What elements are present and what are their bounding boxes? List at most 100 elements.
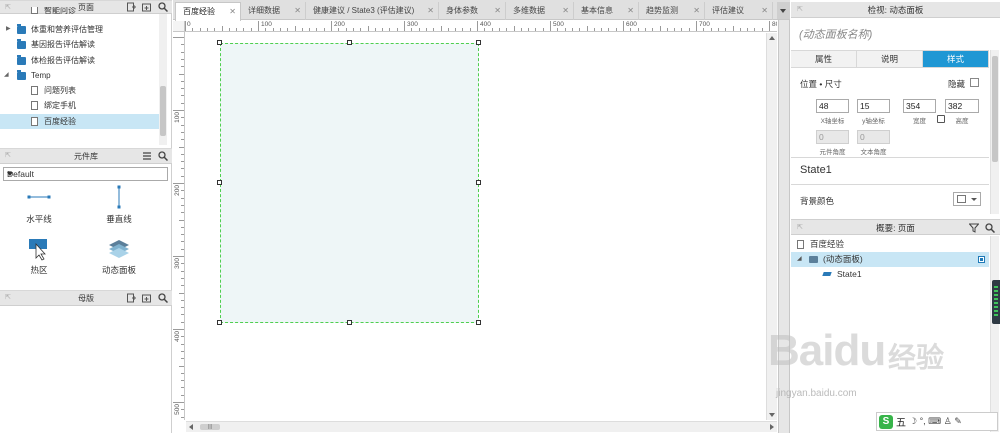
ruler-tick xyxy=(181,204,184,206)
canvas-horizontal-scrollbar[interactable]: ||| xyxy=(186,421,777,432)
scroll-right-icon[interactable] xyxy=(770,424,774,430)
lock-aspect-icon[interactable] xyxy=(937,115,945,123)
ime-logo-icon[interactable]: S xyxy=(879,414,893,429)
close-icon[interactable]: ✕ xyxy=(761,2,768,19)
ruler-tick xyxy=(367,26,369,31)
ruler-tick xyxy=(185,21,186,31)
tab-style[interactable]: 样式 xyxy=(923,51,989,67)
add-master-icon[interactable] xyxy=(126,293,136,303)
bg-color-picker[interactable] xyxy=(953,192,981,206)
pages-scrollbar[interactable] xyxy=(159,14,167,145)
ruler-tick xyxy=(181,66,184,68)
close-icon[interactable]: ✕ xyxy=(627,2,634,19)
inspector-scrollbar[interactable] xyxy=(990,50,999,214)
resize-handle[interactable] xyxy=(217,320,222,325)
ime-tool-icons[interactable]: ☽ °, ⌨ ♙ ✎ xyxy=(909,416,962,427)
ruler-tick xyxy=(579,28,581,31)
ruler-tick xyxy=(586,26,588,31)
tree-item-folder[interactable]: 体检报告评估解读 xyxy=(0,53,160,68)
tree-item-folder[interactable]: ◢ Temp xyxy=(0,68,160,83)
outline-item-state[interactable]: State1 xyxy=(791,267,989,282)
tab-multi-dim-data[interactable]: 多维数据 ✕ xyxy=(506,2,574,20)
design-canvas[interactable] xyxy=(186,33,766,420)
resize-handle[interactable] xyxy=(476,40,481,45)
widget-hotspot[interactable]: 热区 xyxy=(9,236,69,276)
scroll-down-icon[interactable] xyxy=(769,413,775,417)
tab-baidu-jingyan[interactable]: 百度经验 ✕ xyxy=(175,2,241,21)
ruler-tick xyxy=(389,28,391,31)
menu-icon[interactable] xyxy=(142,151,152,161)
ime-toolbar[interactable]: S 五 ☽ °, ⌨ ♙ ✎ xyxy=(876,412,998,431)
outline-item-dynamic-panel[interactable]: ◢ (动态面板) xyxy=(791,252,989,267)
resize-handle[interactable] xyxy=(217,40,222,45)
tree-item-folder[interactable]: 基因报告评估解读 xyxy=(0,37,160,52)
close-icon[interactable]: ✕ xyxy=(294,2,301,19)
ruler-tick xyxy=(425,28,427,31)
tab-body-params[interactable]: 身体参数 ✕ xyxy=(439,2,506,20)
state-name[interactable]: State1 xyxy=(800,164,832,176)
ruler-tick xyxy=(221,26,223,31)
search-icon[interactable] xyxy=(985,223,995,233)
y-field[interactable]: 15 xyxy=(857,99,890,113)
hidden-checkbox[interactable] xyxy=(970,78,979,87)
ruler-tick xyxy=(323,28,325,31)
tab-trend-monitor[interactable]: 趋势监测 ✕ xyxy=(639,2,705,20)
collapse-caret-icon[interactable]: ◢ xyxy=(4,68,11,83)
resize-handle[interactable] xyxy=(347,320,352,325)
scrollbar-thumb[interactable] xyxy=(160,86,166,136)
scrollbar-thumb[interactable]: ||| xyxy=(200,424,220,430)
close-icon[interactable]: ✕ xyxy=(427,2,434,19)
tree-item-page[interactable]: 绑定手机 xyxy=(0,98,160,113)
scrollbar-thumb[interactable] xyxy=(992,56,998,162)
resize-handle[interactable] xyxy=(217,180,222,185)
widget-horizontal-line[interactable]: 水平线 xyxy=(9,185,69,225)
tree-item-page[interactable]: 智能问诊 xyxy=(0,7,160,15)
side-gadget[interactable] xyxy=(992,280,1000,324)
panel-name-field[interactable]: (动态面板名称) xyxy=(799,26,872,42)
ruler-tick xyxy=(179,292,184,294)
widget-vertical-line[interactable]: 垂直线 xyxy=(89,185,149,225)
tab-notes[interactable]: 说明 xyxy=(857,51,923,67)
close-icon[interactable]: ✕ xyxy=(693,2,700,19)
text-rotation-caption: 文本角度 xyxy=(860,149,887,156)
position-size-label: 位置 • 尺寸 xyxy=(800,79,842,89)
close-icon[interactable]: ✕ xyxy=(229,3,236,20)
tab-assessment-advice[interactable]: 评估建议 ✕ xyxy=(705,2,773,20)
tab-health-advice-state3[interactable]: 健康建议 / State3 (评估建议) ✕ xyxy=(306,2,439,20)
close-icon[interactable]: ✕ xyxy=(494,2,501,19)
resize-handle[interactable] xyxy=(476,180,481,185)
page-icon xyxy=(31,7,38,14)
search-icon[interactable] xyxy=(158,293,168,303)
library-select[interactable]: Default xyxy=(3,167,168,181)
expand-caret-icon[interactable]: ▶ xyxy=(6,22,13,37)
x-field[interactable]: 48 xyxy=(816,99,849,113)
resize-handle[interactable] xyxy=(476,320,481,325)
widget-dynamic-panel[interactable]: 动态面板 xyxy=(89,236,149,276)
tree-item-page-selected[interactable]: 百度经验 xyxy=(0,113,160,130)
panel-visibility-icon[interactable] xyxy=(978,256,985,263)
scroll-left-icon[interactable] xyxy=(189,424,193,430)
dynamic-panel-widget[interactable] xyxy=(220,43,479,323)
height-field[interactable]: 382 xyxy=(945,99,979,113)
tab-detail-data[interactable]: 详细数据 ✕ xyxy=(241,2,306,20)
folder-icon xyxy=(17,24,26,34)
tab-properties[interactable]: 属性 xyxy=(791,51,857,67)
close-icon[interactable]: ✕ xyxy=(562,2,569,19)
collapse-caret-icon[interactable]: ◢ xyxy=(797,252,802,267)
add-folder-icon[interactable] xyxy=(142,293,152,303)
tab-basic-info[interactable]: 基本信息 ✕ xyxy=(574,2,639,20)
tree-item-page[interactable]: 问题列表 xyxy=(0,83,160,98)
canvas-vertical-scrollbar[interactable] xyxy=(766,33,777,420)
outline-scrollbar[interactable] xyxy=(990,236,999,432)
width-field[interactable]: 354 xyxy=(903,99,936,113)
ruler-tick xyxy=(564,28,566,31)
tree-item-folder[interactable]: ▶ 体重和营养评估管理 xyxy=(0,22,160,37)
outline-item-page[interactable]: 百度经验 xyxy=(791,237,989,252)
search-icon[interactable] xyxy=(158,151,168,161)
filter-icon[interactable] xyxy=(969,223,979,233)
ime-mode[interactable]: 五 xyxy=(896,414,906,429)
panel-splitter[interactable] xyxy=(778,20,790,433)
resize-handle[interactable] xyxy=(347,40,352,45)
tab-list-dropdown[interactable] xyxy=(777,2,790,19)
scroll-up-icon[interactable] xyxy=(769,36,775,40)
